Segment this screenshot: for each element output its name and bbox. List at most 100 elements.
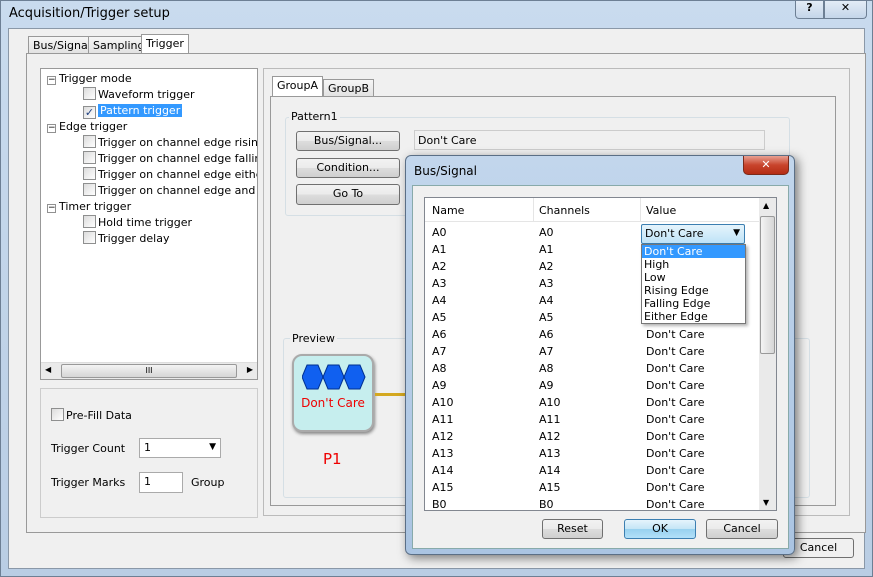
table-row[interactable]: A9 A9 Don't Care <box>425 377 760 394</box>
tree-item[interactable]: Hold time trigger <box>47 215 257 231</box>
scroll-right-icon[interactable]: ▶ <box>247 365 253 374</box>
table-row[interactable]: A11 A11 Don't Care <box>425 411 760 428</box>
condition-button[interactable]: Condition... <box>296 158 400 178</box>
checkbox-icon[interactable] <box>83 87 96 100</box>
scroll-left-icon[interactable]: ◀ <box>45 365 51 374</box>
table-row[interactable]: A7 A7 Don't Care <box>425 343 760 360</box>
cell-name: A8 <box>432 362 447 375</box>
scroll-thumb[interactable]: III <box>61 364 237 378</box>
cell-value[interactable]: Don't Care <box>646 343 704 360</box>
tree-group[interactable]: − Timer trigger <box>47 199 257 215</box>
table-row[interactable]: A8 A8 Don't Care <box>425 360 760 377</box>
dropdown-option[interactable]: Don't Care <box>642 245 745 258</box>
group-label: Group <box>191 476 225 489</box>
list-header: Name Channels Value <box>425 198 760 222</box>
cell-name: A11 <box>432 413 454 426</box>
checkbox-icon[interactable] <box>83 215 96 228</box>
table-row[interactable]: A15 A15 Don't Care <box>425 479 760 496</box>
options-panel: Pre-Fill Data Trigger Count 1 ▼ Trigger M… <box>40 388 258 518</box>
checkbox-icon[interactable] <box>83 231 96 244</box>
chevron-down-icon: ▼ <box>209 442 216 452</box>
cancel-button[interactable]: Cancel <box>706 519 778 539</box>
cell-value[interactable]: Don't Care <box>646 394 704 411</box>
horizontal-scrollbar[interactable]: III ◀ ▶ <box>41 362 257 379</box>
ok-button[interactable]: OK <box>624 519 696 539</box>
close-button[interactable]: ✕ <box>824 1 867 19</box>
tree-item[interactable]: Trigger on channel edge either <box>47 167 257 183</box>
value-dropdown[interactable]: Don't Care ▼ <box>641 224 745 244</box>
collapse-icon[interactable]: − <box>47 76 56 85</box>
dropdown-option[interactable]: High <box>642 258 745 271</box>
collapse-icon[interactable]: − <box>47 204 56 213</box>
trigger-count-select[interactable]: 1 ▼ <box>139 438 221 458</box>
prefill-checkbox[interactable]: Pre-Fill Data <box>51 408 132 422</box>
table-row[interactable]: A12 A12 Don't Care <box>425 428 760 445</box>
table-row[interactable]: A6 A6 Don't Care <box>425 326 760 343</box>
table-row[interactable]: B0 B0 Don't Care <box>425 496 760 511</box>
checkbox-icon[interactable] <box>83 151 96 164</box>
dropdown-option[interactable]: Either Edge <box>642 310 745 323</box>
vertical-scrollbar[interactable]: ▲ ▼ <box>759 198 776 510</box>
scroll-thumb[interactable] <box>760 216 775 354</box>
cell-value[interactable]: Don't Care <box>646 496 704 510</box>
cell-channels: A0 <box>539 226 554 239</box>
goto-button[interactable]: Go To <box>296 184 400 205</box>
dropdown-list: Don't Care High Low Rising Edge Falling Edge… <box>641 244 746 324</box>
tree-group-label: Timer trigger <box>59 200 132 213</box>
tree-item-label: Hold time trigger <box>98 216 193 229</box>
column-channels[interactable]: Channels <box>539 204 590 217</box>
table-row[interactable]: A14 A14 Don't Care <box>425 462 760 479</box>
cell-name: A15 <box>432 481 454 494</box>
cell-channels: A15 <box>539 481 561 494</box>
help-button[interactable]: ? <box>795 1 824 19</box>
tree-group[interactable]: − Edge trigger <box>47 119 257 135</box>
dialog-close-button[interactable]: ✕ <box>743 156 789 175</box>
tree-group[interactable]: − Trigger mode <box>47 71 257 87</box>
reset-button[interactable]: Reset <box>542 519 603 539</box>
checkbox-icon[interactable] <box>83 167 96 180</box>
scroll-down-icon[interactable]: ▼ <box>763 498 769 507</box>
table-row[interactable]: A10 A10 Don't Care <box>425 394 760 411</box>
tab-bus-signal[interactable]: Bus/Signal <box>28 36 96 54</box>
scroll-up-icon[interactable]: ▲ <box>763 201 769 210</box>
tab-groupa[interactable]: GroupA <box>272 76 324 97</box>
tree-item[interactable]: Waveform trigger <box>47 87 257 103</box>
checkbox-icon[interactable] <box>83 183 96 196</box>
cell-name: A7 <box>432 345 447 358</box>
connector-line <box>375 393 407 396</box>
tree-item[interactable]: Trigger on channel edge rising <box>47 135 257 151</box>
tab-trigger[interactable]: Trigger <box>141 34 189 54</box>
tab-groupb[interactable]: GroupB <box>323 79 375 97</box>
checkbox-icon[interactable] <box>51 408 64 421</box>
table-row[interactable]: A13 A13 Don't Care <box>425 445 760 462</box>
dropdown-option[interactable]: Low <box>642 271 745 284</box>
cell-value[interactable]: Don't Care <box>646 360 704 377</box>
tree-item[interactable]: Trigger delay <box>47 231 257 247</box>
checkbox-icon[interactable] <box>83 135 96 148</box>
tree-item[interactable]: Trigger on channel edge falling <box>47 151 257 167</box>
cell-value[interactable]: Don't Care <box>646 462 704 479</box>
cell-value[interactable]: Don't Care <box>646 377 704 394</box>
checkbox-checked-icon[interactable]: ✓ <box>83 106 96 119</box>
cell-value[interactable]: Don't Care <box>646 428 704 445</box>
column-value[interactable]: Value <box>646 204 676 217</box>
bus-signal-button[interactable]: Bus/Signal... <box>296 131 400 151</box>
cell-channels: B0 <box>539 498 554 511</box>
dropdown-option[interactable]: Falling Edge <box>642 297 745 310</box>
tree-item[interactable]: ✓ Pattern trigger <box>47 103 257 119</box>
pattern-node[interactable]: Don't Care <box>292 354 374 432</box>
cell-value[interactable]: Don't Care <box>646 445 704 462</box>
column-name[interactable]: Name <box>432 204 464 217</box>
cell-channels: A4 <box>539 294 554 307</box>
dropdown-option[interactable]: Rising Edge <box>642 284 745 297</box>
trigger-tree[interactable]: − Trigger mode Waveform trigger ✓ Pattern tr… <box>40 68 258 380</box>
tree-item[interactable]: Trigger on channel edge and patt <box>47 183 257 199</box>
cell-value[interactable]: Don't Care <box>646 326 704 343</box>
cell-name: A6 <box>432 328 447 341</box>
trigger-marks-label: Trigger Marks <box>51 476 126 489</box>
cell-value[interactable]: Don't Care <box>646 411 704 428</box>
tree-group-label: Trigger mode <box>59 72 132 85</box>
collapse-icon[interactable]: − <box>47 124 56 133</box>
trigger-marks-input[interactable]: 1 <box>139 472 183 493</box>
cell-value[interactable]: Don't Care <box>646 479 704 496</box>
